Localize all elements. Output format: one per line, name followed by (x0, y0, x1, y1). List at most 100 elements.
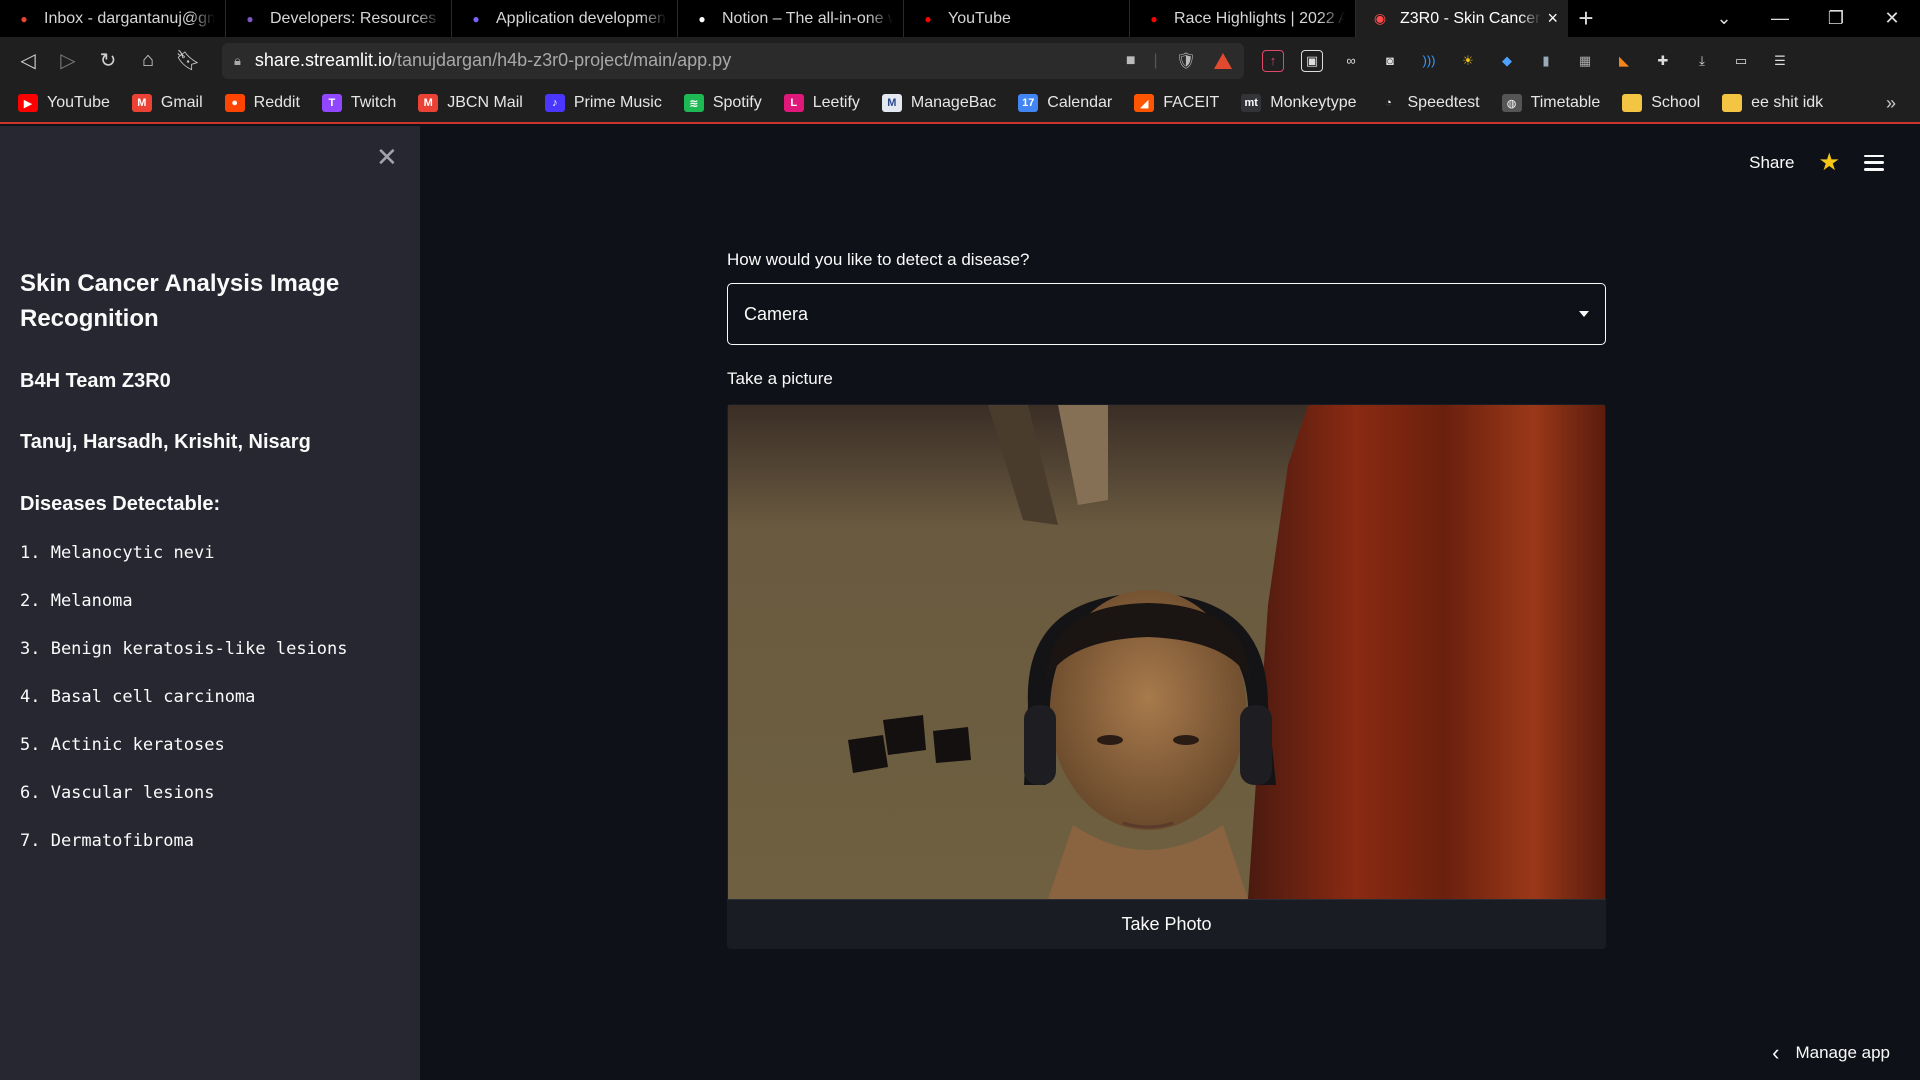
audio-extension-icon[interactable]: ))) (1418, 50, 1440, 72)
camera-feed (728, 405, 1605, 899)
take-photo-button[interactable]: Take Photo (727, 899, 1606, 949)
bookmark-item[interactable]: T Twitch (321, 94, 396, 112)
extensions-bar: ↑ ▣ ∞ ◙ ))) ☀ ◆ ▮ ▦ ◣ ✚ ⤓ ▭ ☰ (1262, 49, 1791, 72)
menu-icon[interactable]: ☰ (1769, 50, 1791, 72)
detection-method-select[interactable]: Camera (727, 283, 1606, 345)
url-actions: ■ | 🛡︎ (1126, 51, 1232, 71)
bookmark-item[interactable]: ≋ Spotify (683, 94, 762, 112)
tab-active[interactable]: ◉ Z3R0 - Skin Cancer Analysis × (1356, 0, 1568, 37)
bookmark-item[interactable]: L Leetify (783, 94, 860, 112)
wallet-extension-icon[interactable]: ▦ (1574, 50, 1596, 72)
app-toolbar: Share ★ (1749, 148, 1884, 177)
bookmark-item[interactable]: M Gmail (131, 94, 203, 112)
link-icon: ● (472, 11, 480, 26)
faceit-icon: ◢ (1134, 94, 1155, 112)
address-bar-row: ◁ ▷ ↻ ⌂ 🔖︎ 🔒︎ share.streamlit.io/tanujda… (0, 37, 1920, 84)
streamlit-icon: ◉ (1373, 10, 1387, 26)
brave-rewards-icon[interactable] (1214, 52, 1232, 69)
tab-list: ● Inbox - dargantanuj@gmail.com ● Developer… (0, 0, 1356, 37)
bookmark-item[interactable]: ◍ Timetable (1501, 94, 1600, 112)
tab-item[interactable]: ● Race Highlights | 2022 Australian Grand… (1130, 0, 1356, 37)
disease-item: 1. Melanocytic nevi (20, 543, 215, 563)
forward-icon[interactable]: ▷ (48, 48, 88, 73)
tab-label: YouTube (948, 9, 1011, 27)
sidebar-title: Skin Cancer Analysis Image Recognition (20, 270, 340, 332)
spotify-icon: ≋ (683, 94, 704, 112)
wallet-icon[interactable]: ▭ (1730, 50, 1752, 72)
bookmark-label: ee shit idk (1751, 94, 1824, 111)
hamburger-menu-icon[interactable] (1864, 154, 1884, 171)
bitwarden-extension-icon[interactable]: ▮ (1535, 50, 1557, 72)
prime-music-icon: ♪ (544, 94, 565, 112)
bookmark-list: ▶ YouTube M Gmail ● Reddit T Twitch M JBCN Mail ♪ P… (18, 94, 1845, 112)
bookmark-item[interactable]: ♪ Prime Music (544, 94, 662, 112)
youtube-icon: ● (1150, 11, 1158, 26)
new-tab-button[interactable]: + (1568, 0, 1604, 37)
home-icon[interactable]: ⌂ (128, 49, 168, 72)
extensions-puzzle-icon[interactable]: ✚ (1652, 50, 1674, 72)
camera-input[interactable]: Take Photo (727, 404, 1606, 949)
bookmark-item[interactable]: 17 Calendar (1018, 94, 1112, 112)
tab-label: Z3R0 - Skin Cancer Analysis (1400, 9, 1541, 27)
tab-item[interactable]: ● Application development overview (452, 0, 678, 37)
detection-method-label: How would you like to detect a disease? (727, 250, 1030, 269)
close-sidebar-icon[interactable]: ✕ (376, 142, 398, 173)
window-extension-icon[interactable]: ▣ (1301, 49, 1323, 72)
star-icon[interactable]: ★ (1818, 148, 1840, 177)
share-button[interactable]: Share (1749, 153, 1794, 173)
upload-extension-icon[interactable]: ↑ (1262, 49, 1284, 72)
back-icon[interactable]: ◁ (8, 48, 48, 73)
gmail-icon: M (131, 94, 152, 112)
screenshot-extension-icon[interactable]: ◙ (1379, 50, 1401, 72)
bookmark-item[interactable]: ◔ Speedtest (1378, 94, 1480, 112)
download-icon[interactable]: ⤓ (1691, 50, 1713, 72)
brightness-extension-icon[interactable]: ☀ (1457, 50, 1479, 72)
glasses-extension-icon[interactable]: ∞ (1340, 50, 1362, 72)
tab-item[interactable]: ● Developers: Resources for Developers (226, 0, 452, 37)
minimize-button[interactable]: — (1752, 8, 1808, 29)
select-value: Camera (744, 303, 809, 324)
disease-item: 7. Dermatofibroma (20, 831, 194, 851)
bookmark-icon[interactable]: 🔖︎ (168, 48, 208, 73)
close-window-button[interactable]: ✕ (1864, 8, 1920, 29)
manage-app-button[interactable]: ‹ Manage app (1772, 1040, 1890, 1066)
close-tab-icon[interactable]: × (1547, 8, 1558, 29)
url-field[interactable]: 🔒︎ share.streamlit.io/tanujdargan/h4b-z3… (222, 42, 1244, 79)
bookmark-item[interactable]: M JBCN Mail (418, 94, 523, 112)
more-bookmarks-icon[interactable]: » (1886, 93, 1896, 114)
bookmark-item[interactable]: ◢ FACEIT (1134, 94, 1219, 112)
restore-button[interactable]: ❐ (1808, 8, 1864, 29)
bookmark-label: Spotify (712, 94, 762, 111)
translate-extension-icon[interactable]: ◆ (1496, 50, 1518, 72)
chevron-down-icon (1579, 311, 1589, 317)
bookmark-label: JBCN Mail (447, 94, 523, 111)
tab-item[interactable]: ● Notion – The all-in-one workspace (678, 0, 904, 37)
bookmark-item[interactable]: ● Reddit (224, 94, 300, 112)
disease-item: 3. Benign keratosis-like lesions (20, 639, 348, 659)
bookmark-item[interactable]: ee shit idk (1722, 94, 1823, 112)
youtube-icon: ● (924, 11, 932, 26)
reload-icon[interactable]: ↻ (88, 48, 128, 73)
globe-icon: ◍ (1501, 94, 1522, 112)
bookmark-label: Speedtest (1407, 94, 1480, 111)
bookmark-item[interactable]: School (1622, 94, 1700, 112)
sidebar: ✕ Skin Cancer Analysis Image Recognition… (0, 126, 420, 1080)
tab-search-icon[interactable]: ⌄ (1696, 8, 1752, 29)
manage-app-label: Manage app (1795, 1043, 1890, 1062)
folder-icon (1622, 94, 1643, 112)
metamask-extension-icon[interactable]: ◣ (1613, 50, 1635, 72)
bookmark-item[interactable]: M ManageBac (881, 94, 997, 112)
bookmarks-bar: ▶ YouTube M Gmail ● Reddit T Twitch M JBCN Mail ♪ P… (0, 84, 1920, 124)
brave-shields-icon[interactable]: 🛡︎ (1176, 51, 1196, 71)
tab-label: Notion – The all-in-one workspace (722, 9, 893, 27)
team-name: B4H Team Z3R0 (20, 370, 171, 392)
reddit-icon: ● (224, 94, 245, 112)
tab-item[interactable]: ● YouTube (904, 0, 1130, 37)
bookmark-label: ManageBac (910, 94, 997, 111)
bookmark-item[interactable]: mt Monkeytype (1241, 94, 1357, 112)
tab-strip: ● Inbox - dargantanuj@gmail.com ● Developer… (0, 0, 1920, 37)
bookmark-item[interactable]: ▶ YouTube (18, 94, 110, 112)
bookmark-label: Prime Music (573, 94, 662, 111)
camera-indicator-icon[interactable]: ■ (1126, 52, 1136, 70)
tab-item[interactable]: ● Inbox - dargantanuj@gmail.com (0, 0, 226, 37)
